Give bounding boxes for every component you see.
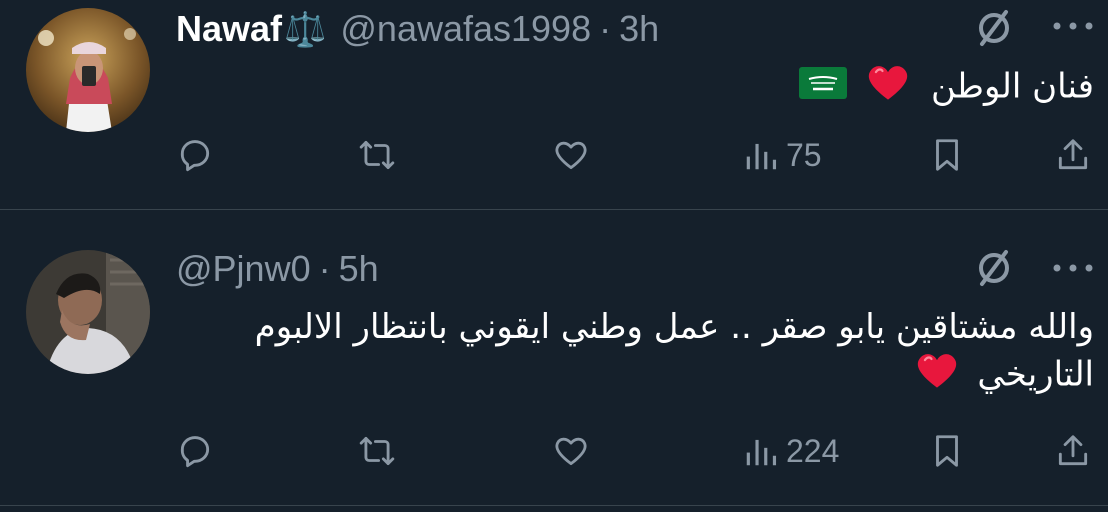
username[interactable]: @Pjnw0 bbox=[176, 248, 311, 290]
tweet-actions: 224 bbox=[0, 428, 1108, 478]
share-button[interactable] bbox=[1054, 432, 1092, 470]
tweet-2[interactable]: @Pjnw0 · 5h والله مشتاقين يابو صقر .. عم… bbox=[0, 210, 1108, 506]
grok-icon[interactable] bbox=[972, 246, 1016, 290]
red-heart-emoji bbox=[915, 350, 959, 402]
like-icon bbox=[555, 437, 587, 466]
share-button[interactable] bbox=[1054, 136, 1092, 174]
reply-button[interactable] bbox=[176, 136, 214, 174]
username[interactable]: @nawafas1998 bbox=[340, 8, 591, 50]
reply-icon bbox=[180, 140, 210, 172]
tweet-divider bbox=[0, 505, 1108, 506]
share-icon bbox=[1058, 435, 1088, 466]
tweet-text: فنان الوطن bbox=[799, 62, 1094, 114]
retweet-button[interactable] bbox=[358, 432, 396, 470]
tweet-text-line-2: التاريخي bbox=[174, 350, 1094, 402]
display-name[interactable]: Nawaf bbox=[176, 8, 282, 50]
views-button[interactable]: 75 bbox=[742, 136, 822, 174]
avatar[interactable] bbox=[26, 250, 150, 374]
separator-dot: · bbox=[599, 8, 612, 49]
views-icon bbox=[746, 143, 777, 170]
retweet-icon bbox=[359, 140, 395, 170]
reply-button[interactable] bbox=[176, 432, 214, 470]
saudi-flag-emoji bbox=[799, 65, 848, 111]
tweet-actions: 75 bbox=[0, 132, 1108, 182]
views-icon bbox=[746, 439, 777, 466]
timestamp[interactable]: 3h bbox=[619, 8, 659, 50]
like-button[interactable] bbox=[552, 432, 590, 470]
views-button[interactable]: 224 bbox=[742, 432, 839, 470]
more-icon[interactable] bbox=[1050, 16, 1100, 36]
bookmark-button[interactable] bbox=[928, 432, 966, 470]
views-count: 224 bbox=[786, 432, 840, 469]
tweet-text: والله مشتاقين يابو صقر .. عمل وطني ايقون… bbox=[174, 304, 1094, 402]
separator-dot: · bbox=[318, 248, 331, 289]
timestamp[interactable]: 5h bbox=[339, 248, 379, 290]
tweet-text-body: فنان الوطن bbox=[931, 66, 1094, 107]
like-button[interactable] bbox=[552, 136, 590, 174]
scales-emoji: ⚖️ bbox=[284, 10, 327, 50]
avatar[interactable] bbox=[26, 8, 150, 132]
bookmark-icon bbox=[936, 435, 958, 467]
grok-icon[interactable] bbox=[972, 6, 1016, 50]
tweet-header: @Pjnw0 · 5h bbox=[176, 248, 379, 290]
retweet-button[interactable] bbox=[358, 136, 396, 174]
bookmark-button[interactable] bbox=[928, 136, 966, 174]
like-icon bbox=[555, 141, 587, 170]
reply-icon bbox=[180, 436, 210, 468]
bookmark-icon bbox=[936, 139, 958, 171]
views-count: 75 bbox=[786, 136, 822, 173]
tweet-text-line-2-body: التاريخي bbox=[977, 354, 1094, 395]
tweet-header: Nawaf ⚖️ @nawafas1998 · 3h bbox=[176, 8, 659, 50]
red-heart-emoji bbox=[866, 62, 910, 114]
share-icon bbox=[1058, 139, 1088, 170]
retweet-icon bbox=[359, 436, 395, 466]
tweet-1[interactable]: Nawaf ⚖️ @nawafas1998 · 3h فنان الوطن 75 bbox=[0, 0, 1108, 209]
tweet-text-line-1: والله مشتاقين يابو صقر .. عمل وطني ايقون… bbox=[254, 307, 1094, 347]
more-icon[interactable] bbox=[1050, 258, 1100, 278]
